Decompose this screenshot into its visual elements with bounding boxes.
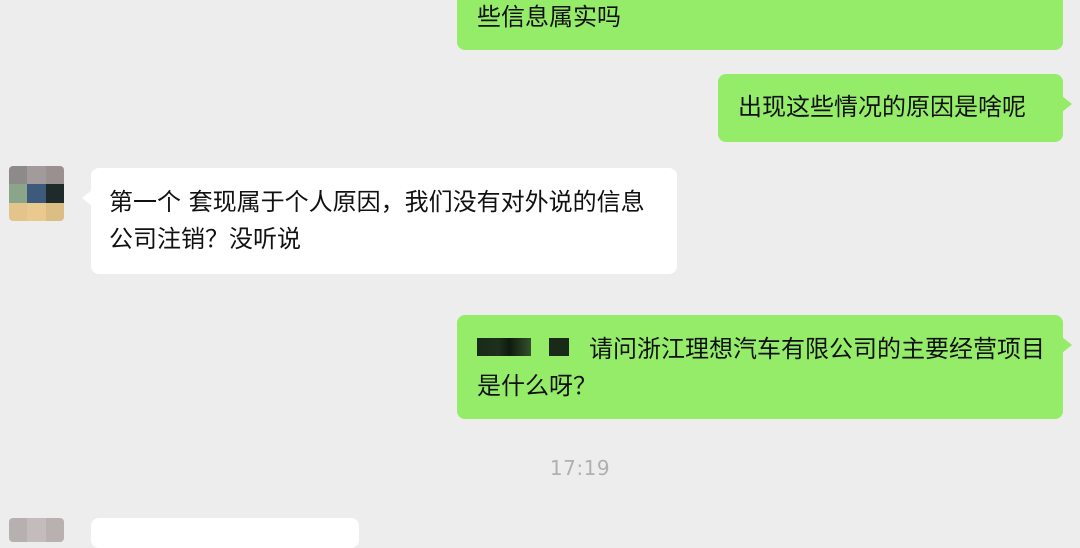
message-text: 出现这些情况的原因是啥呢 — [738, 93, 1026, 121]
contact-avatar-icon[interactable] — [9, 166, 64, 221]
redacted-mention-block — [477, 338, 531, 356]
outgoing-message-bubble[interactable]: 出现这些情况的原因是啥呢 — [718, 74, 1072, 142]
outgoing-message-bubble[interactable]: 请问浙江理想汽车有限公司的主要经营项目是什么呀？ — [457, 315, 1072, 419]
incoming-message-bubble[interactable]: 第一个 套现属于个人原因，我们没有对外说的信息 公司注销？没听说 — [82, 168, 677, 274]
incoming-message-bubble[interactable] — [91, 518, 359, 548]
contact-avatar-icon[interactable] — [9, 518, 64, 542]
redacted-mention-block — [549, 338, 569, 356]
message-text: 些信息属实吗 — [477, 3, 621, 31]
message-text: 第一个 套现属于个人原因，我们没有对外说的信息 公司注销？没听说 — [109, 188, 645, 253]
chat-timestamp: 17:19 — [549, 456, 611, 480]
outgoing-message-bubble[interactable]: 些信息属实吗 — [457, 0, 1063, 50]
